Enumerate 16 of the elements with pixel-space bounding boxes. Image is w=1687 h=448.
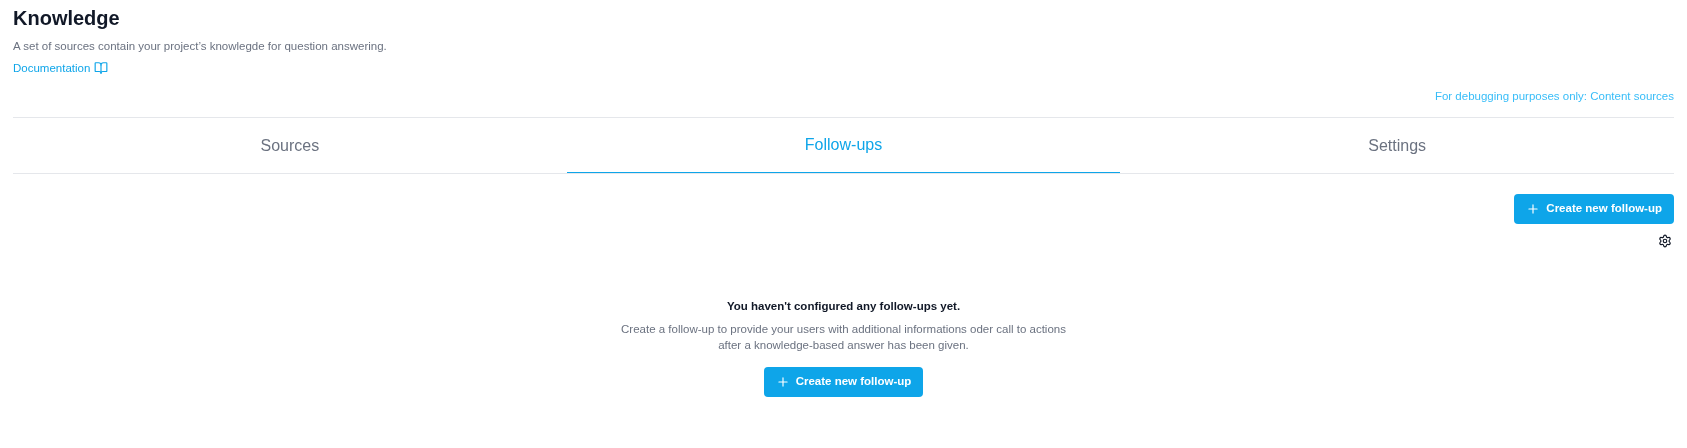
tab[interactable]: Sources <box>13 118 567 173</box>
empty-state-description: Create a follow-up to provide your users with additional informations oder call to actions <box>621 322 1066 337</box>
create-follow-up-button[interactable]: Create new follow-up <box>1514 194 1674 224</box>
book-icon <box>94 61 109 75</box>
page-title: Knowledge <box>13 6 121 31</box>
empty-state-title: You haven't configured any follow-ups yet. <box>726 299 961 314</box>
create-follow-up-button[interactable]: Create new follow-up <box>763 367 924 397</box>
settings-icon[interactable] <box>1658 234 1672 248</box>
debug-link[interactable]: For debugging purposes only: Content sources <box>1434 88 1674 104</box>
documentation-link[interactable]: Documentation <box>13 60 91 76</box>
tab[interactable]: Follow-ups <box>566 118 1121 173</box>
tab[interactable]: Settings <box>1120 118 1674 173</box>
page-description: A set of sources contain your project’s knowlegde for question answering. <box>13 39 388 54</box>
plus-icon <box>775 375 790 389</box>
empty-state-description: after a knowledge-based answer has been given. <box>718 338 969 353</box>
plus-icon <box>1526 202 1541 216</box>
